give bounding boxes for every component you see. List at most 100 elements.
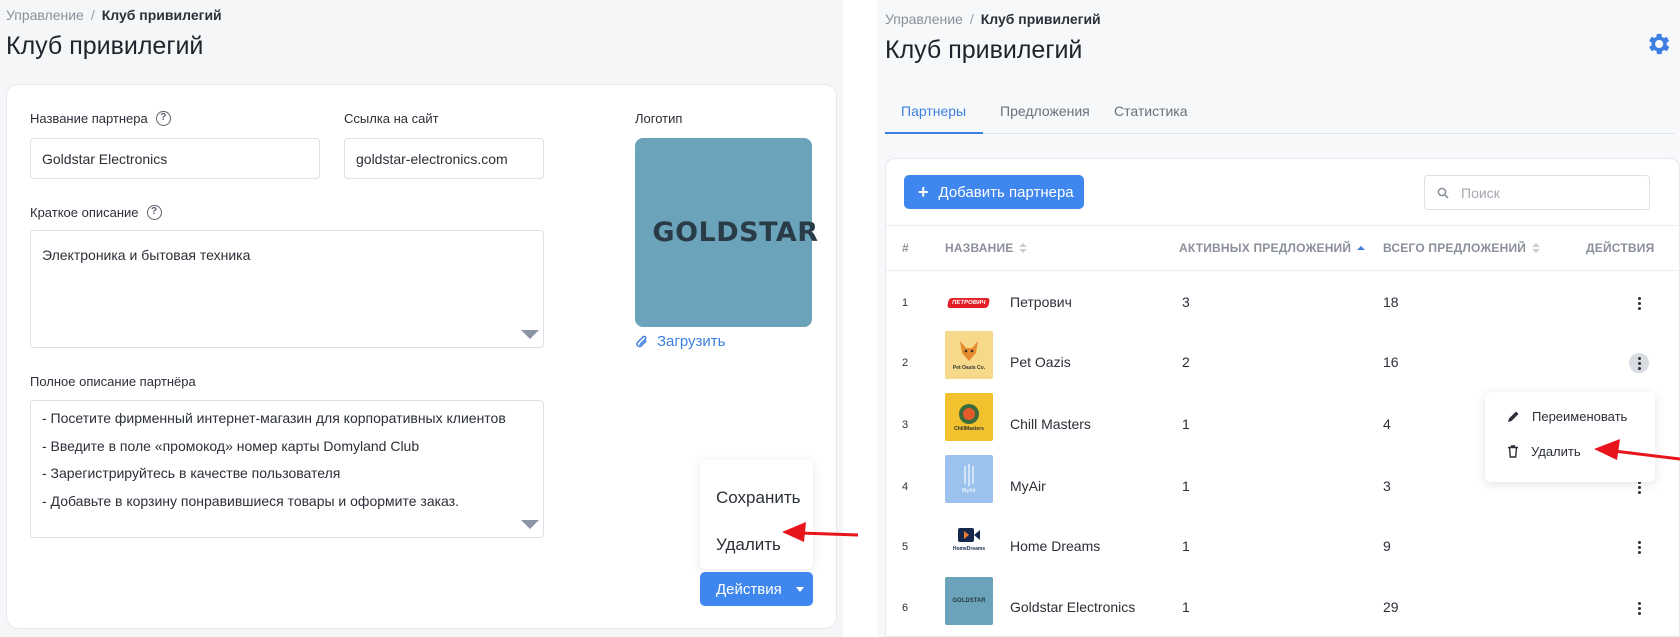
tab-statistics[interactable]: Статистика xyxy=(1114,103,1188,119)
delete-menu-item[interactable]: Удалить xyxy=(716,535,781,555)
partner-logo-thumbnail: MyAir xyxy=(945,455,993,503)
active-offers-count: 3 xyxy=(1182,294,1190,310)
partner-name[interactable]: Home Dreams xyxy=(1010,538,1100,554)
caret-down-icon xyxy=(795,586,804,592)
column-header-active-offers[interactable]: АКТИВНЫХ ПРЕДЛОЖЕНИЙ xyxy=(1179,241,1366,255)
resize-handle-icon[interactable] xyxy=(521,520,539,529)
partner-name[interactable]: MyAir xyxy=(1010,478,1046,494)
row-number: 5 xyxy=(902,541,909,553)
tab-bar: Партнеры Предложения Статистика xyxy=(885,96,1675,134)
column-header-number: # xyxy=(902,241,909,255)
row-number: 3 xyxy=(902,419,909,431)
table-row[interactable]: 6 GOLDSTAR Goldstar Electronics 1 29 xyxy=(886,573,1680,633)
partner-logo-image[interactable]: GOLDSTAR xyxy=(635,138,818,327)
tab-offers[interactable]: Предложения xyxy=(1000,103,1090,119)
row-number: 4 xyxy=(902,481,909,493)
full-desc-label: Полное описание партнёра xyxy=(30,374,196,389)
partner-name-input[interactable]: Goldstar Electronics xyxy=(30,138,320,179)
partner-name[interactable]: Goldstar Electronics xyxy=(1010,599,1135,615)
partner-edit-panel: Управление / Клуб привилегий Клуб привилег… xyxy=(0,0,843,637)
partner-logo-thumbnail: ПЕТРОВИЧ xyxy=(945,279,993,327)
active-offers-count: 1 xyxy=(1182,478,1190,494)
page-title: Клуб привилегий xyxy=(885,36,1083,64)
page-title: Клуб привилегий xyxy=(6,32,204,60)
paperclip-icon xyxy=(636,335,647,347)
help-icon[interactable]: ? xyxy=(146,205,162,220)
active-offers-count: 1 xyxy=(1182,599,1190,615)
full-desc-line: - Добавьте в корзину понравившиеся товар… xyxy=(42,492,459,509)
chill-masters-logo-icon xyxy=(959,404,979,424)
column-header-actions: ДЕЙСТВИЯ xyxy=(1586,241,1655,255)
active-offers-count: 2 xyxy=(1182,354,1190,370)
save-menu-item[interactable]: Сохранить xyxy=(716,488,800,508)
column-header-name[interactable]: НАЗВАНИЕ xyxy=(945,241,1028,255)
table-row[interactable]: 2 Pet Oasis Co. Pet Oazis 2 16 xyxy=(886,327,1680,387)
site-link-label: Ссылка на сайт xyxy=(344,111,439,126)
total-offers-count: 16 xyxy=(1383,354,1399,370)
partner-name[interactable]: Петрович xyxy=(1010,294,1072,310)
full-desc-textarea[interactable]: - Посетите фирменный интернет-магазин дл… xyxy=(30,400,544,538)
partner-logo-thumbnail: Pet Oasis Co. xyxy=(945,331,993,379)
plus-icon: + xyxy=(918,181,929,202)
column-header-total-offers[interactable]: ВСЕГО ПРЕДЛОЖЕНИЙ xyxy=(1383,241,1541,255)
tab-partners[interactable]: Партнеры xyxy=(901,103,966,119)
partner-logo-thumbnail: HomeDreams xyxy=(945,515,993,563)
total-offers-count: 29 xyxy=(1383,599,1399,615)
partners-list-panel: Управление / Клуб привилегий Клуб привилег… xyxy=(877,0,1680,637)
more-actions-icon[interactable] xyxy=(1629,353,1649,373)
active-offers-count: 1 xyxy=(1182,538,1190,554)
partner-name[interactable]: Chill Masters xyxy=(1010,416,1091,432)
partner-name-label: Название партнера ? xyxy=(30,111,171,126)
more-actions-icon[interactable] xyxy=(1629,598,1649,618)
table-row[interactable]: 1 ПЕТРОВИЧ Петрович 3 18 xyxy=(886,273,1680,333)
add-partner-button[interactable]: + Добавить партнера xyxy=(904,175,1084,209)
annotation-arrow-icon xyxy=(782,522,859,542)
partner-logo-thumbnail: GOLDSTAR xyxy=(945,577,993,625)
sort-ascending-icon xyxy=(1357,246,1366,250)
row-number: 6 xyxy=(902,602,909,614)
table-header: # НАЗВАНИЕ АКТИВНЫХ ПРЕДЛОЖЕНИЙ ВСЕГО ПР… xyxy=(886,225,1680,271)
total-offers-count: 3 xyxy=(1383,478,1391,494)
air-logo-icon xyxy=(964,464,974,486)
active-offers-count: 1 xyxy=(1182,416,1190,432)
more-actions-icon[interactable] xyxy=(1629,293,1649,313)
row-number: 1 xyxy=(902,297,909,309)
short-desc-textarea[interactable]: Электроника и бытовая техника xyxy=(30,230,544,348)
site-link-input[interactable]: goldstar-electronics.com xyxy=(344,138,544,179)
logo-brand-text: GOLDSTAR xyxy=(652,217,819,248)
annotation-arrow-icon xyxy=(1594,439,1680,461)
sort-icon xyxy=(1019,243,1028,253)
help-icon[interactable]: ? xyxy=(155,111,171,126)
rename-menu-item[interactable]: Переименовать xyxy=(1507,409,1627,424)
actions-dropdown-menu: Сохранить Удалить xyxy=(700,460,813,569)
total-offers-count: 18 xyxy=(1383,294,1399,310)
short-desc-label: Краткое описание ? xyxy=(30,205,162,220)
gear-icon[interactable] xyxy=(1644,30,1672,58)
logo-label: Логотип xyxy=(635,111,683,126)
full-desc-line: - Зарегистрируйтесь в качестве пользоват… xyxy=(42,465,341,481)
breadcrumb: Управление / Клуб привилегий xyxy=(6,7,222,23)
row-number: 2 xyxy=(902,357,909,369)
table-row[interactable]: 5 HomeDreams Home Dreams 1 9 xyxy=(886,513,1680,573)
delete-menu-item[interactable]: Удалить xyxy=(1507,444,1581,459)
sort-icon xyxy=(1532,243,1541,253)
full-desc-line: - Введите в поле «промокод» номер карты … xyxy=(42,437,420,454)
partner-logo-thumbnail: ChillMasters xyxy=(945,393,993,441)
pencil-icon xyxy=(1508,411,1519,422)
breadcrumb-current: Клуб привилегий xyxy=(980,11,1101,27)
actions-button[interactable]: Действия xyxy=(700,572,813,606)
breadcrumb: Управление / Клуб привилегий xyxy=(885,11,1101,27)
search-icon xyxy=(1437,187,1449,199)
active-tab-indicator xyxy=(885,132,983,134)
search-input[interactable]: Поиск xyxy=(1424,175,1650,210)
fox-logo-icon xyxy=(960,341,978,361)
full-desc-line: - Посетите фирменный интернет-магазин дл… xyxy=(42,410,506,426)
total-offers-count: 4 xyxy=(1383,416,1391,432)
upload-link[interactable]: Загрузить xyxy=(635,333,726,350)
breadcrumb-parent[interactable]: Управление xyxy=(885,11,963,27)
partner-name[interactable]: Pet Oazis xyxy=(1010,354,1071,370)
resize-handle-icon[interactable] xyxy=(521,330,539,339)
more-actions-icon[interactable] xyxy=(1629,537,1649,557)
breadcrumb-parent[interactable]: Управление xyxy=(6,7,84,23)
breadcrumb-current: Клуб привилегий xyxy=(101,7,222,23)
